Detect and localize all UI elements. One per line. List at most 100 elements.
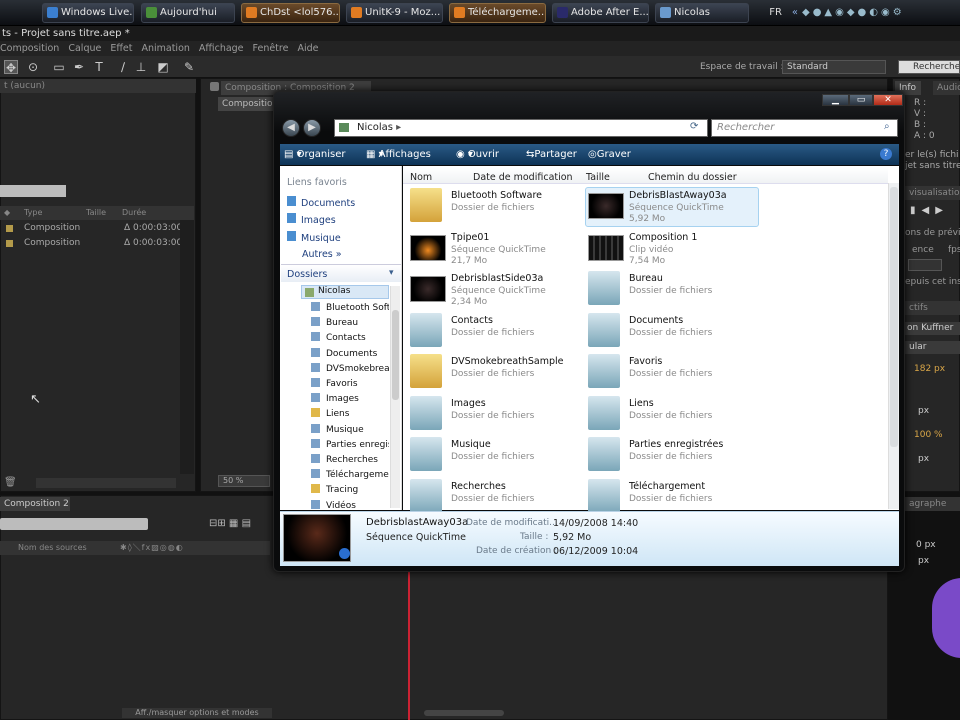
file-item[interactable]: Bureau Dossier de fichiers xyxy=(588,270,758,308)
file-item[interactable]: Composition 1 Clip vidéo 7,54 Mo xyxy=(588,229,758,267)
selection-tool-icon[interactable]: ✥ xyxy=(4,60,18,75)
explorer-search-input[interactable]: Rechercher xyxy=(711,119,898,137)
fav-documents[interactable]: Documents xyxy=(287,196,355,209)
affichages-button[interactable]: ▦ Affichages ▾ xyxy=(366,144,431,165)
zoom-slider[interactable] xyxy=(424,710,504,716)
tree-item[interactable]: Favoris xyxy=(311,377,389,391)
tray-icons[interactable]: ◆●▲◉◆●◐◉⚙ xyxy=(802,3,952,23)
taskbar-item-chdst[interactable]: ChDst <lol576... xyxy=(241,3,340,23)
column-size[interactable]: Taille xyxy=(586,172,610,183)
paragraph-tab[interactable]: agraphe xyxy=(905,497,960,511)
more-links[interactable]: Autres » xyxy=(302,249,342,260)
taskbar-item-unitk9[interactable]: UnitK-9 - Moz... xyxy=(346,3,443,23)
ae-search-input[interactable]: Rechercher d xyxy=(898,60,960,74)
file-item[interactable]: DebrisBlastAway03a Séquence QuickTime 5,92… xyxy=(588,187,758,225)
partager-button[interactable]: ⇆ Partager xyxy=(526,144,577,165)
graver-button[interactable]: ◎ Graver xyxy=(588,144,631,165)
scale-value[interactable]: 100 % xyxy=(914,430,943,440)
tree-item[interactable]: Recherches xyxy=(311,453,389,467)
file-scroll-thumb[interactable] xyxy=(890,187,898,447)
timeline-mode-icons[interactable]: ⊟⊞ ▦ ▤ xyxy=(209,518,251,529)
organiser-button[interactable]: ▤ Organiser ▾ xyxy=(284,144,346,165)
maximize-button[interactable]: ▭ xyxy=(849,94,873,106)
space-value[interactable]: px xyxy=(918,556,929,566)
tracking-value[interactable]: px xyxy=(918,406,929,416)
project-row[interactable]: Composition Δ 0:00:03:00 xyxy=(6,236,186,250)
tree-item[interactable]: Bluetooth Soft xyxy=(311,301,389,315)
project-row[interactable]: Composition Δ 0:00:03:00 xyxy=(6,221,186,235)
lock-icon[interactable] xyxy=(210,82,219,91)
preview-controls[interactable]: ▮◀▶ xyxy=(910,205,949,216)
nav-scrollbar[interactable] xyxy=(390,286,400,508)
file-item[interactable]: DebrisblastSide03a Séquence QuickTime 2,34… xyxy=(410,270,580,308)
project-search-field[interactable] xyxy=(0,185,66,197)
brush-tool-icon[interactable]: ∕ xyxy=(116,60,130,74)
taskbar-item-aujourdhui[interactable]: Aujourd'hui xyxy=(141,3,235,23)
help-icon[interactable]: ? xyxy=(880,148,892,160)
tree-item[interactable]: Images xyxy=(311,392,389,406)
menu-aide[interactable]: Aide xyxy=(297,43,318,54)
address-bar[interactable]: Nicolas ▸ xyxy=(334,119,708,137)
eraser-tool-icon[interactable]: ◩ xyxy=(156,60,170,74)
column-date[interactable]: Date de modification xyxy=(473,172,573,183)
font-size-value[interactable]: 182 px xyxy=(914,364,945,374)
file-item[interactable]: Favoris Dossier de fichiers xyxy=(588,353,758,391)
ouvrir-button[interactable]: ◉ Ouvrir ▾ xyxy=(456,144,499,165)
baseline-value[interactable]: px xyxy=(918,454,929,464)
close-button[interactable]: ✕ xyxy=(873,94,903,106)
trash-icon[interactable]: 🗑 xyxy=(4,477,17,488)
rect-tool-icon[interactable]: ▭ xyxy=(52,60,66,74)
puppet-tool-icon[interactable]: ✎ xyxy=(182,60,196,74)
minimize-button[interactable]: ▁ xyxy=(822,94,849,106)
clone-tool-icon[interactable]: ⊥ xyxy=(134,60,148,74)
tree-item[interactable]: Liens xyxy=(311,407,389,421)
file-item[interactable]: Parties enregistrées Dossier de fichiers xyxy=(588,436,758,474)
frame-rate-select[interactable] xyxy=(908,259,942,271)
file-item[interactable]: Liens Dossier de fichiers xyxy=(588,395,758,433)
menu-calque[interactable]: Calque xyxy=(68,43,101,54)
fav-music[interactable]: Musique xyxy=(287,231,341,244)
file-item[interactable]: Images Dossier de fichiers xyxy=(410,395,580,433)
file-item[interactable]: Tpipe01 Séquence QuickTime 21,7 Mo xyxy=(410,229,580,267)
file-item[interactable]: Musique Dossier de fichiers xyxy=(410,436,580,474)
chevron-down-icon[interactable]: ▾ xyxy=(389,268,394,278)
menu-animation[interactable]: Animation xyxy=(141,43,189,54)
project-scrollbar[interactable] xyxy=(180,220,194,474)
search-icon[interactable]: ⌕ xyxy=(884,121,890,132)
fav-images[interactable]: Images xyxy=(287,213,336,226)
tree-item[interactable]: Documents xyxy=(311,347,389,361)
orbit-tool-icon[interactable]: ⊙ xyxy=(26,60,40,74)
tree-item[interactable]: DVSmokebreat xyxy=(311,362,389,376)
file-item[interactable]: DVSmokebreathSample Dossier de fichiers xyxy=(410,353,580,391)
font-family-select[interactable]: on Kuffner xyxy=(905,322,960,335)
timeline-playhead[interactable] xyxy=(408,570,410,720)
menu-fenetre[interactable]: Fenêtre xyxy=(253,43,289,54)
taskbar-item-nicolas[interactable]: Nicolas xyxy=(655,3,749,23)
nav-scroll-thumb[interactable] xyxy=(392,310,399,400)
indent-value[interactable]: 0 px xyxy=(916,540,936,550)
menu-composition[interactable]: Composition xyxy=(0,43,59,54)
tree-item[interactable]: Parties enregis xyxy=(311,438,389,452)
font-style-select[interactable]: ular xyxy=(905,341,960,354)
tree-item[interactable]: Téléchargemer xyxy=(311,468,389,482)
tree-item[interactable]: Bureau xyxy=(311,316,389,330)
menu-affichage[interactable]: Affichage xyxy=(199,43,244,54)
file-item[interactable]: Contacts Dossier de fichiers xyxy=(410,312,580,350)
tree-item[interactable]: Contacts xyxy=(311,331,389,345)
timeline-search-input[interactable] xyxy=(0,518,148,530)
text-tool-icon[interactable]: T xyxy=(92,60,106,74)
timeline-tab[interactable]: Composition 2 xyxy=(0,497,70,511)
tree-item[interactable]: Musique xyxy=(311,423,389,437)
refresh-icon[interactable]: ⟳ xyxy=(690,121,698,132)
taskbar-item-telechargement[interactable]: Téléchargeme... xyxy=(449,3,546,23)
zoom-select[interactable]: 50 % xyxy=(218,475,270,487)
tree-item[interactable]: Tracing xyxy=(311,483,389,497)
pen-tool-icon[interactable]: ✒ xyxy=(72,60,86,74)
forward-button[interactable]: ▶ xyxy=(303,119,321,137)
language-indicator[interactable]: FR xyxy=(769,3,782,23)
file-item[interactable]: Documents Dossier de fichiers xyxy=(588,312,758,350)
file-item[interactable]: Bluetooth Software Dossier de fichiers xyxy=(410,187,580,225)
workspace-select[interactable]: Standard xyxy=(782,60,886,74)
tab-audio[interactable]: Audio xyxy=(933,81,960,95)
taskbar-item-windows-live[interactable]: Windows Live... xyxy=(42,3,134,23)
